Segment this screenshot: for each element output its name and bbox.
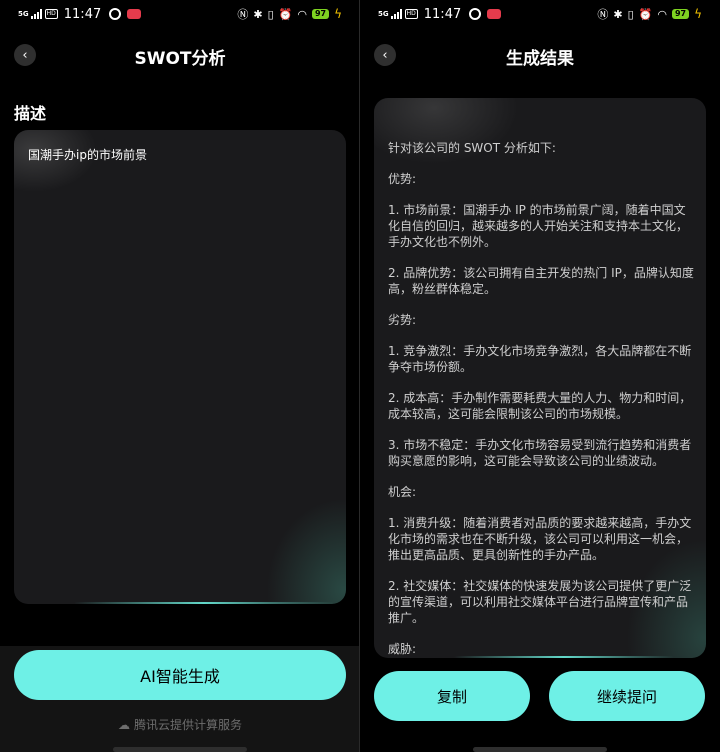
qq-icon <box>469 8 482 20</box>
network-type: 5G <box>18 10 29 18</box>
bluetooth-icon: ✱ <box>613 7 623 21</box>
glow-line <box>74 602 334 604</box>
provider-note: ☁ 腾讯云提供计算服务 <box>0 716 360 733</box>
status-time: 11:47 <box>423 6 462 22</box>
result-paragraph: 劣势: <box>388 313 417 327</box>
result-panel[interactable]: 针对该公司的 SWOT 分析如下: 优势: 1. 市场前景：国潮手办 IP 的市… <box>374 98 706 658</box>
status-time: 11:47 <box>63 6 102 22</box>
continue-ask-button[interactable]: 继续提问 <box>549 671 705 721</box>
nfc-icon: Ⓝ <box>597 8 609 21</box>
hd-icon: HD <box>44 9 58 19</box>
vibrate-icon: ▯ <box>267 7 274 21</box>
nfc-icon: Ⓝ <box>237 8 249 21</box>
description-input[interactable]: 国潮手办ip的市场前景 <box>14 130 346 604</box>
app-notification-icon <box>487 9 502 19</box>
status-bar: 5G HD 11:47 Ⓝ ✱ ▯ ⏰ ◠ 97 ϟ <box>0 0 360 28</box>
provider-text: 腾讯云提供计算服务 <box>133 718 242 732</box>
result-paragraph: 3. 市场不稳定：手办文化市场容易受到流行趋势和消费者购买意愿的影响，这可能会导… <box>388 438 692 468</box>
result-paragraph: 1. 市场前景：国潮手办 IP 的市场前景广阔，随着中国文化自信的回归，越来越多… <box>388 203 689 249</box>
hd-icon: HD <box>404 9 418 19</box>
qq-icon <box>109 8 122 20</box>
signal-icon <box>390 9 402 19</box>
result-paragraph: 2. 成本高：手办制作需要耗费大量的人力、物力和时间，成本较高，这可能会限制该公… <box>388 391 692 421</box>
copy-button[interactable]: 复制 <box>374 671 530 721</box>
charging-icon: ϟ <box>694 7 702 21</box>
status-right: Ⓝ ✱ ▯ ⏰ ◠ 97 ϟ <box>237 6 342 22</box>
app-notification-icon <box>127 9 142 19</box>
result-paragraph: 1. 消费升级：随着消费者对品质的要求越来越高，手办文化市场的需求也在不断升级，… <box>388 516 692 562</box>
page-title: SWOT分析 <box>134 49 226 69</box>
home-indicator[interactable] <box>113 747 247 752</box>
status-right: Ⓝ ✱ ▯ ⏰ ◠ 97 ϟ <box>597 6 702 22</box>
charging-icon: ϟ <box>334 7 342 21</box>
battery-icon: 97 <box>671 9 690 19</box>
alarm-icon: ⏰ <box>278 7 293 21</box>
vibrate-icon: ▯ <box>627 7 634 21</box>
status-bar: 5G HD 11:47 Ⓝ ✱ ▯ ⏰ ◠ 97 ϟ <box>360 0 720 28</box>
cloud-icon: ☁ <box>117 718 130 732</box>
result-paragraph: 2. 社交媒体：社交媒体的快速发展为该公司提供了更广泛的宣传渠道，可以利用社交媒… <box>388 579 692 625</box>
swot-screen: 5G HD 11:47 Ⓝ ✱ ▯ ⏰ ◠ 97 ϟ ‹ SWOT分析 描述 国… <box>0 0 360 752</box>
result-paragraph: 优势: <box>388 172 417 186</box>
alarm-icon: ⏰ <box>638 7 653 21</box>
header: ‹ SWOT分析 <box>0 40 360 72</box>
wifi-icon: ◠ <box>297 7 307 21</box>
header: ‹ 生成结果 <box>360 40 720 72</box>
result-text: 针对该公司的 SWOT 分析如下: 优势: 1. 市场前景：国潮手办 IP 的市… <box>388 140 694 657</box>
glow-line <box>454 656 674 658</box>
page-title: 生成结果 <box>506 49 574 69</box>
result-paragraph: 威胁: <box>388 642 417 656</box>
description-value: 国潮手办ip的市场前景 <box>28 148 147 162</box>
bluetooth-icon: ✱ <box>253 7 263 21</box>
wifi-icon: ◠ <box>657 7 667 21</box>
home-indicator[interactable] <box>473 747 607 752</box>
description-label: 描述 <box>14 104 47 123</box>
signal-icon <box>30 9 42 19</box>
result-paragraph: 机会: <box>388 485 417 499</box>
network-type: 5G <box>378 10 389 18</box>
result-paragraph: 1. 竞争激烈：手办文化市场竞争激烈，各大品牌都在不断争夺市场份额。 <box>388 344 692 374</box>
result-paragraph: 2. 品牌优势：该公司拥有自主开发的热门 IP，品牌认知度高，粉丝群体稳定。 <box>388 266 694 296</box>
result-screen: 5G HD 11:47 Ⓝ ✱ ▯ ⏰ ◠ 97 ϟ ‹ 生成结果 针对该公司的… <box>360 0 720 752</box>
result-paragraph: 针对该公司的 SWOT 分析如下: <box>388 141 556 155</box>
battery-icon: 97 <box>311 9 330 19</box>
ai-generate-button[interactable]: AI智能生成 <box>14 650 346 700</box>
